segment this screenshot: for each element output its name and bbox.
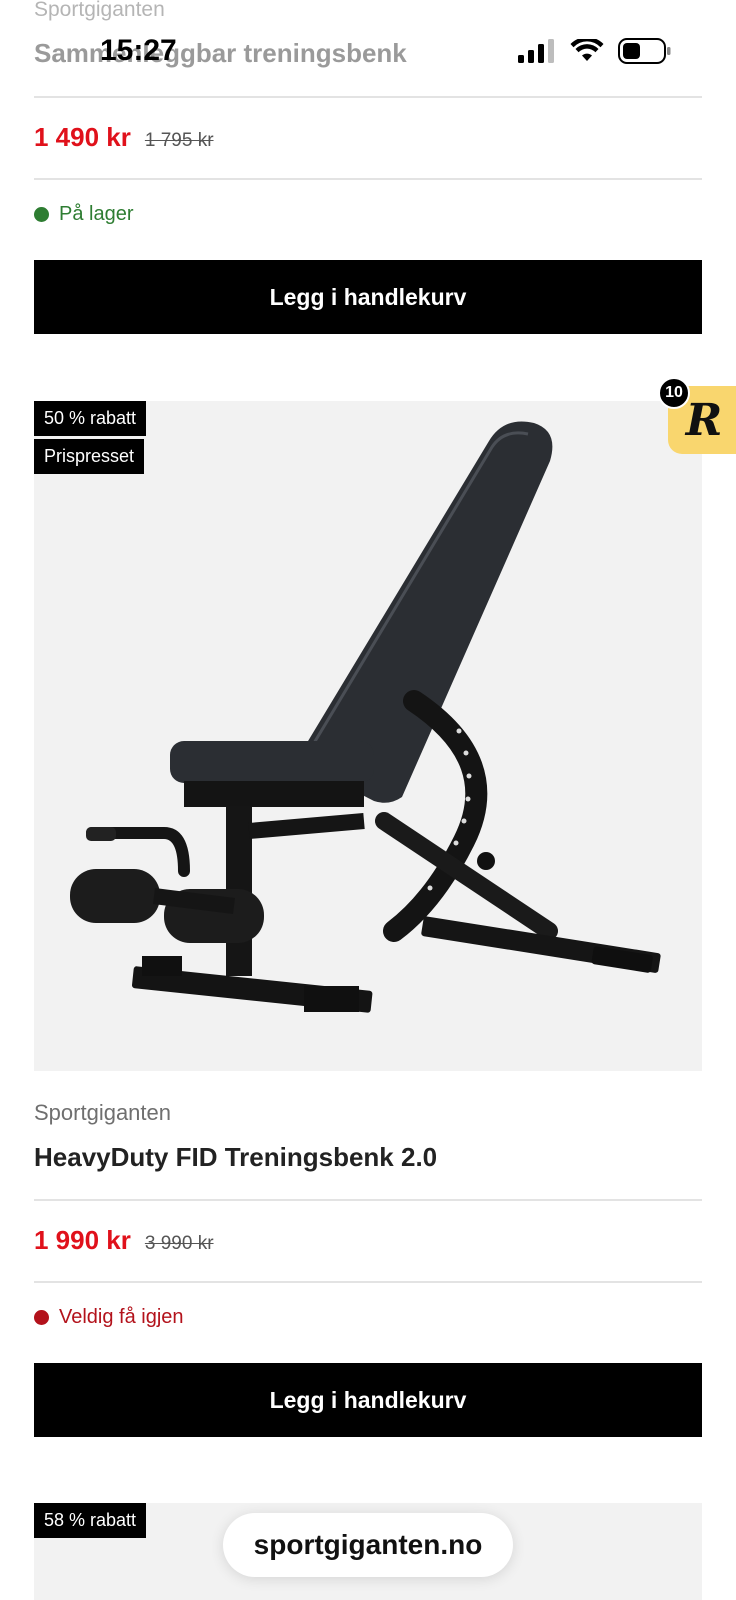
stock-indicator-dot	[34, 1310, 49, 1325]
stock-status: På lager	[34, 203, 134, 226]
price-row: 1 490 kr 1 795 kr	[34, 122, 214, 153]
product-brand: Sportgiganten	[34, 1100, 171, 1125]
status-time: 15:27	[100, 34, 177, 67]
stock-status: Veldig få igjen	[34, 1306, 184, 1329]
add-to-cart-button[interactable]: Legg i handlekurv	[34, 1363, 702, 1437]
add-to-cart-button[interactable]: Legg i handlekurv	[34, 260, 702, 334]
sale-price: 1 490 kr	[34, 122, 131, 152]
price-row: 1 990 kr 3 990 kr	[34, 1225, 214, 1256]
stock-label: Veldig få igjen	[59, 1306, 184, 1328]
training-bench-image	[70, 421, 661, 1013]
product-name[interactable]: HeavyDuty FID Treningsbenk 2.0	[34, 1142, 437, 1173]
status-icons	[518, 38, 672, 64]
product-image[interactable]	[34, 401, 702, 1071]
divider	[34, 1281, 702, 1283]
cellular-signal-icon	[518, 39, 554, 63]
browser-address-bar[interactable]: sportgiganten.no	[223, 1513, 513, 1577]
rewards-logo-icon: R	[685, 394, 723, 446]
product-name[interactable]: Sammenleggbar treningsbenk	[34, 38, 407, 69]
divider	[34, 1199, 702, 1201]
wifi-icon	[570, 39, 604, 61]
battery-icon	[618, 38, 671, 64]
rewards-count-badge: 10	[658, 377, 690, 409]
stock-label: På lager	[59, 203, 134, 225]
divider	[34, 178, 702, 180]
product-brand: Sportgiganten	[34, 0, 165, 21]
price-pressed-badge: Prispresset	[34, 439, 145, 474]
stock-indicator-dot	[34, 207, 49, 222]
sale-price: 1 990 kr	[34, 1225, 131, 1255]
original-price: 3 990 kr	[144, 1233, 214, 1254]
discount-badge: 50 % rabatt	[34, 401, 147, 436]
discount-badge: 58 % rabatt	[34, 1503, 147, 1538]
original-price: 1 795 kr	[144, 130, 214, 151]
divider	[34, 96, 702, 98]
